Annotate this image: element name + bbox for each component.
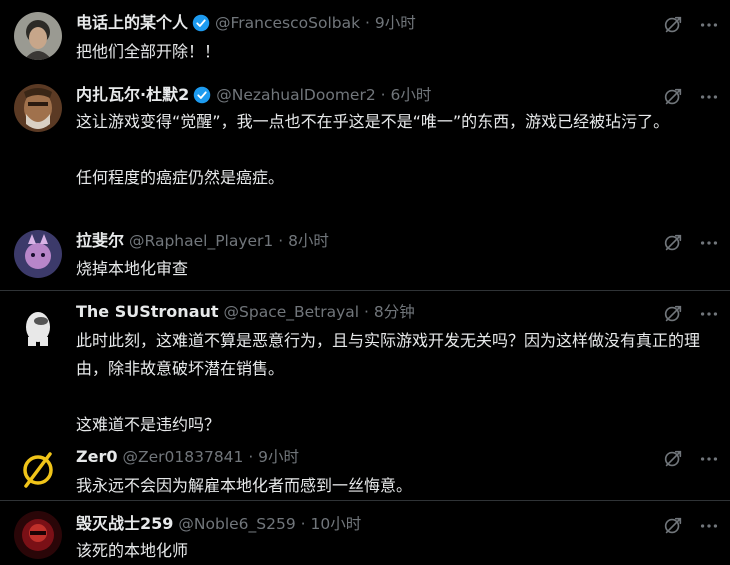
verified-badge-icon	[193, 86, 211, 104]
avatar[interactable]	[14, 230, 62, 278]
display-name[interactable]: 拉斐尔	[76, 230, 124, 252]
tweet-text-line: 该死的本地化师	[76, 541, 189, 560]
tweet-text: 这让游戏变得“觉醒”，我一点也不在乎这是不是“唯一”的东西，游戏已经被玷污了。 …	[76, 108, 716, 192]
tweet-text-line: 这让游戏变得“觉醒”，我一点也不在乎这是不是“唯一”的东西，游戏已经被玷污了。	[76, 112, 670, 131]
avatar[interactable]	[14, 301, 62, 349]
grok-icon[interactable]	[662, 86, 684, 108]
avatar-image	[14, 230, 62, 278]
verified-badge-icon	[192, 14, 210, 32]
more-icon[interactable]	[698, 14, 720, 36]
tweet-header: 内扎瓦尔·杜默2 @NezahualDoomer2 · 6小时	[76, 84, 431, 106]
grok-icon[interactable]	[662, 232, 684, 254]
tweet-text-line: 这难道不是违约吗？	[76, 415, 221, 434]
handle-and-time[interactable]: @FrancescoSolbak · 9小时	[215, 12, 416, 34]
tweet[interactable]: 电话上的某个人 @FrancescoSolbak · 9小时 把他们全部开除！！	[0, 0, 730, 76]
tweet[interactable]: 内扎瓦尔·杜默2 @NezahualDoomer2 · 6小时 这让游戏变得“觉…	[0, 76, 730, 224]
more-icon[interactable]	[698, 515, 720, 537]
grok-icon[interactable]	[662, 515, 684, 537]
tweet-actions	[662, 515, 720, 537]
avatar-image	[14, 511, 62, 559]
tweet-text-line: 把他们全部开除！！	[76, 42, 221, 61]
handle-and-time[interactable]: @Noble6_S259 · 10小时	[178, 513, 361, 535]
tweet[interactable]: Zer0 @Zer01837841 · 9小时 我永远不会因为解雇本地化者而感到…	[0, 438, 730, 500]
tweet-text-line: 此时此刻，这难道不算是恶意行为，且与实际游戏开发无关吗？因为这样做没有真正的理由…	[76, 331, 701, 378]
avatar[interactable]	[14, 446, 62, 494]
tweet-header: 电话上的某个人 @FrancescoSolbak · 9小时	[76, 12, 416, 34]
tweet-text-line: 任何程度的癌症仍然是癌症。	[76, 168, 285, 187]
tweet[interactable]: 拉斐尔 @Raphael_Player1 · 8小时 烧掉本地化审查	[0, 224, 730, 290]
tweet-header: 拉斐尔 @Raphael_Player1 · 8小时	[76, 230, 329, 252]
display-name[interactable]: Zer0	[76, 446, 117, 468]
tweet-actions	[662, 448, 720, 470]
tweet-actions	[662, 232, 720, 254]
tweet-actions	[662, 86, 720, 108]
tweet-actions	[662, 303, 720, 325]
display-name[interactable]: 电话上的某个人	[76, 12, 188, 34]
tweet-text-line: 我永远不会因为解雇本地化者而感到一丝悔意。	[76, 476, 413, 495]
display-name[interactable]: 内扎瓦尔·杜默2	[76, 84, 189, 106]
handle-and-time[interactable]: @Space_Betrayal · 8分钟	[224, 301, 415, 323]
more-icon[interactable]	[698, 303, 720, 325]
handle-and-time[interactable]: @Zer01837841 · 9小时	[122, 446, 299, 468]
tweet-text: 我永远不会因为解雇本地化者而感到一丝悔意。	[76, 472, 716, 500]
avatar-image	[14, 12, 62, 60]
tweet-text: 此时此刻，这难道不算是恶意行为，且与实际游戏开发无关吗？因为这样做没有真正的理由…	[76, 327, 716, 439]
tweet[interactable]: The SUStronaut @Space_Betrayal · 8分钟 此时此…	[0, 290, 730, 438]
tweet-actions	[662, 14, 720, 36]
display-name[interactable]: 毁灭战士259	[76, 513, 173, 535]
handle-and-time[interactable]: @Raphael_Player1 · 8小时	[129, 230, 329, 252]
more-icon[interactable]	[698, 448, 720, 470]
avatar[interactable]	[14, 84, 62, 132]
tweet-header: The SUStronaut @Space_Betrayal · 8分钟	[76, 301, 415, 323]
avatar-image	[14, 446, 62, 494]
grok-icon[interactable]	[662, 303, 684, 325]
avatar-image	[14, 301, 62, 349]
grok-icon[interactable]	[662, 448, 684, 470]
more-icon[interactable]	[698, 86, 720, 108]
avatar[interactable]	[14, 511, 62, 559]
tweet-text-line: 烧掉本地化审查	[76, 259, 189, 278]
avatar[interactable]	[14, 12, 62, 60]
grok-icon[interactable]	[662, 14, 684, 36]
handle-and-time[interactable]: @NezahualDoomer2 · 6小时	[216, 84, 431, 106]
more-icon[interactable]	[698, 232, 720, 254]
tweet-text: 把他们全部开除！！	[76, 38, 716, 66]
tweet[interactable]: 毁灭战士259 @Noble6_S259 · 10小时 该死的本地化师	[0, 500, 730, 564]
tweet-text: 该死的本地化师	[76, 537, 716, 565]
display-name[interactable]: The SUStronaut	[76, 301, 219, 323]
tweet-text: 烧掉本地化审查	[76, 255, 716, 283]
avatar-image	[14, 84, 62, 132]
tweet-header: Zer0 @Zer01837841 · 9小时	[76, 446, 299, 468]
tweet-header: 毁灭战士259 @Noble6_S259 · 10小时	[76, 513, 361, 535]
reply-feed: 电话上的某个人 @FrancescoSolbak · 9小时 把他们全部开除！！	[0, 0, 730, 564]
